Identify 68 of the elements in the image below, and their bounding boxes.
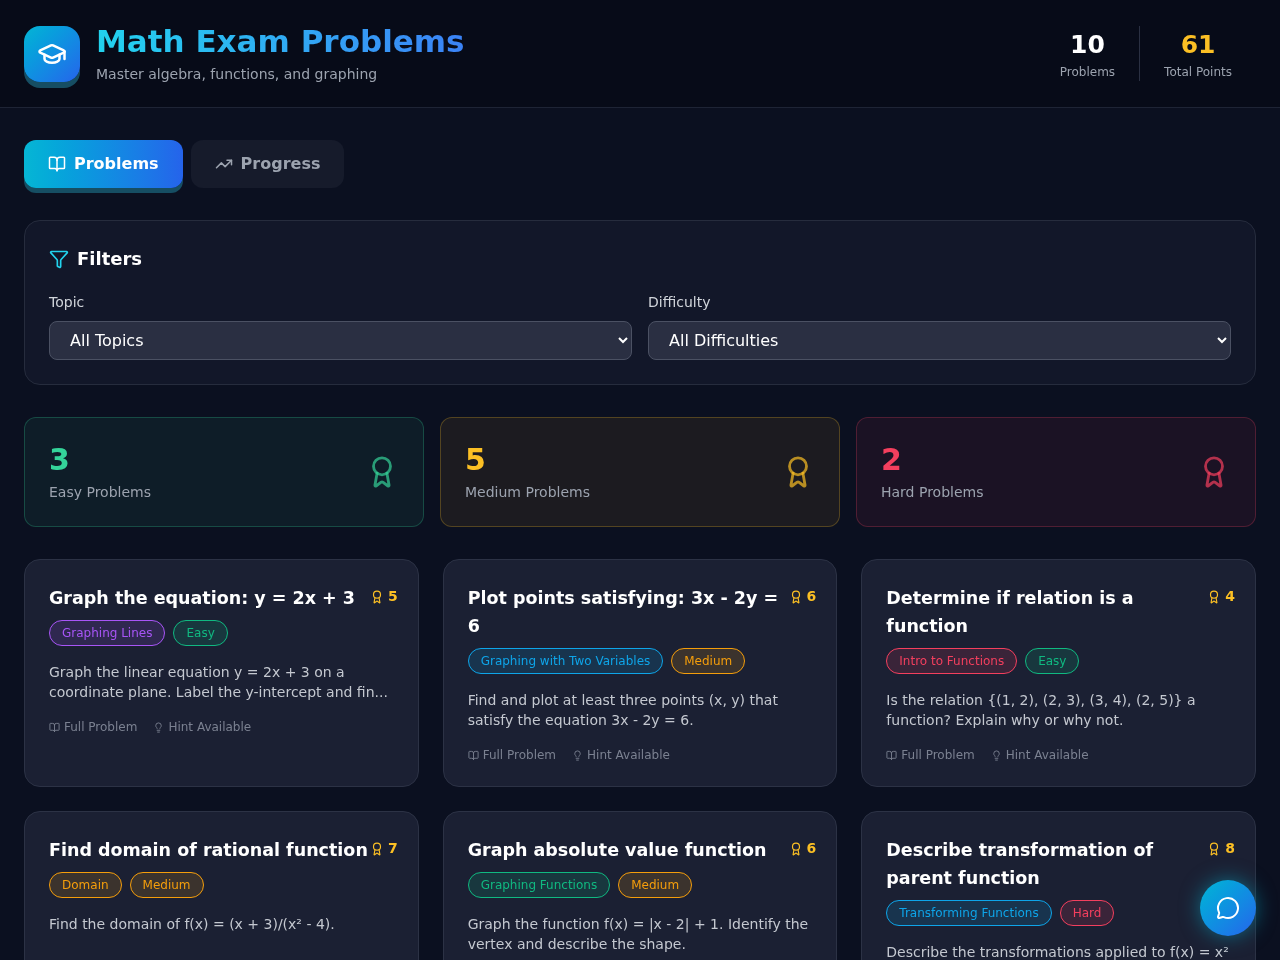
summary-label: Medium Problems bbox=[465, 483, 590, 503]
tag: Hard bbox=[1059, 900, 1115, 926]
problem-card[interactable]: Plot points satisfying: 3x - 2y = 6 6 Graphing with Two Variables Medium Find and plot at least three points (x, y) that satisfy the equation 3x - 2y = 6. Full Problem Hint Available bbox=[442, 559, 838, 787]
lightbulb-icon bbox=[572, 749, 584, 761]
tag: Transforming Functions bbox=[886, 900, 1052, 926]
problem-title: Describe transformation of parent function bbox=[886, 839, 1155, 890]
problem-description: Describe the transformations applied to f(x) = x² bbox=[886, 943, 1230, 960]
card-meta: Hint Available bbox=[1005, 747, 1089, 764]
problem-description: Graph the linear equation y = 2x + 3 on a coordinate plane. Label the y-intercept and fin... bbox=[49, 663, 389, 702]
tag: Domain bbox=[49, 872, 122, 898]
problem-title: Find domain of rational function bbox=[49, 839, 368, 862]
stat-value: 10 bbox=[1070, 28, 1105, 61]
book-icon bbox=[886, 749, 898, 761]
card-meta: Full Problem bbox=[482, 747, 557, 764]
problem-title: Plot points satisfying: 3x - 2y = 6 bbox=[467, 587, 780, 638]
chat-icon bbox=[1216, 896, 1240, 920]
tag: Intro to Functions bbox=[886, 648, 1018, 674]
tab[interactable]: Progress bbox=[190, 140, 345, 188]
lightbulb-icon bbox=[153, 721, 165, 733]
card-meta: Hint Available bbox=[587, 747, 670, 764]
points: 5 bbox=[387, 587, 398, 606]
problem-card[interactable]: Determine if relation is a function 4 Intro to Functions Easy Is the relation {(1, 2), (2, 3), (3, 4), (2, 5)} a function? Explain why or why not. Full Problem Hint Available bbox=[861, 559, 1256, 787]
tag: Medium bbox=[129, 872, 204, 898]
points: 4 bbox=[1225, 587, 1235, 606]
summary-count: 5 bbox=[465, 440, 487, 479]
problem-card[interactable]: Find domain of rational function 7 Domain Medium Find the domain of f(x) = (x + 3)/(x² - 4). bbox=[24, 811, 419, 960]
field-label: Topic bbox=[49, 293, 86, 312]
problem-card[interactable]: Graph absolute value function 6 Graphing Functions Medium Graph the function f(x) = |x - 2| + 1. Identify the vertex and describe the shape. bbox=[442, 811, 838, 960]
tag: Medium bbox=[671, 648, 746, 674]
problem-title: Graph the equation: y = 2x + 3 bbox=[49, 587, 355, 610]
filters-title: Filters bbox=[77, 247, 143, 271]
tag: Graphing with Two Variables bbox=[467, 648, 664, 674]
summary-count: 3 bbox=[49, 440, 71, 479]
tag: Easy bbox=[1025, 648, 1080, 674]
problem-card[interactable]: Describe transformation of parent function 8 Transforming Functions Hard Describe the transformations applied to f(x) = x² bbox=[861, 811, 1256, 960]
card-meta: Hint Available bbox=[168, 719, 252, 736]
book-icon bbox=[49, 721, 60, 733]
tag: Graphing Functions bbox=[467, 872, 611, 898]
lightbulb-icon bbox=[990, 749, 1002, 761]
stat-label: Total Points bbox=[1164, 64, 1232, 82]
field-label: Difficulty bbox=[648, 293, 712, 312]
tag: Medium bbox=[618, 872, 693, 898]
card-meta: Full Problem bbox=[64, 719, 138, 736]
book-icon bbox=[48, 155, 66, 173]
stat-value: 61 bbox=[1180, 28, 1216, 61]
points: 6 bbox=[806, 587, 817, 606]
tag: Graphing Lines bbox=[49, 620, 166, 646]
filter-select[interactable]: All Topics bbox=[49, 321, 632, 360]
problem-description: Graph the function f(x) = |x - 2| + 1. Identify the vertex and describe the shape. bbox=[467, 915, 810, 954]
summary-label: Easy Problems bbox=[49, 483, 151, 503]
problem-title: Graph absolute value function bbox=[467, 839, 767, 862]
filter-select[interactable]: All Difficulties bbox=[648, 321, 1231, 360]
problem-title: Determine if relation is a function bbox=[886, 587, 1135, 638]
problem-description: Is the relation {(1, 2), (2, 3), (3, 4), (2, 5)} a function? Explain why or why not. bbox=[886, 691, 1197, 730]
card-meta: Full Problem bbox=[901, 747, 975, 764]
problem-card[interactable]: Graph the equation: y = 2x + 3 5 Graphing Lines Easy Graph the linear equation y = 2x + 3 on a coordinate plane. Label the y-intercept and fin... Full Problem Hint Available bbox=[24, 559, 419, 787]
problem-description: Find and plot at least three points (x, y) that satisfy the equation 3x - 2y = 6. bbox=[467, 691, 779, 730]
tag: Easy bbox=[173, 620, 228, 646]
summary-label: Hard Problems bbox=[881, 483, 984, 503]
book-icon bbox=[467, 749, 479, 761]
summary-count: 2 bbox=[881, 440, 903, 479]
filter-icon bbox=[49, 248, 69, 269]
points: 7 bbox=[387, 839, 398, 858]
points: 8 bbox=[1225, 839, 1235, 858]
stat-label: Problems bbox=[1059, 64, 1116, 82]
points: 6 bbox=[806, 839, 817, 858]
app-subtitle: Master algebra, functions, and graphing bbox=[96, 65, 379, 85]
problem-description: Find the domain of f(x) = (x + 3)/(x² - 4). bbox=[49, 915, 336, 934]
